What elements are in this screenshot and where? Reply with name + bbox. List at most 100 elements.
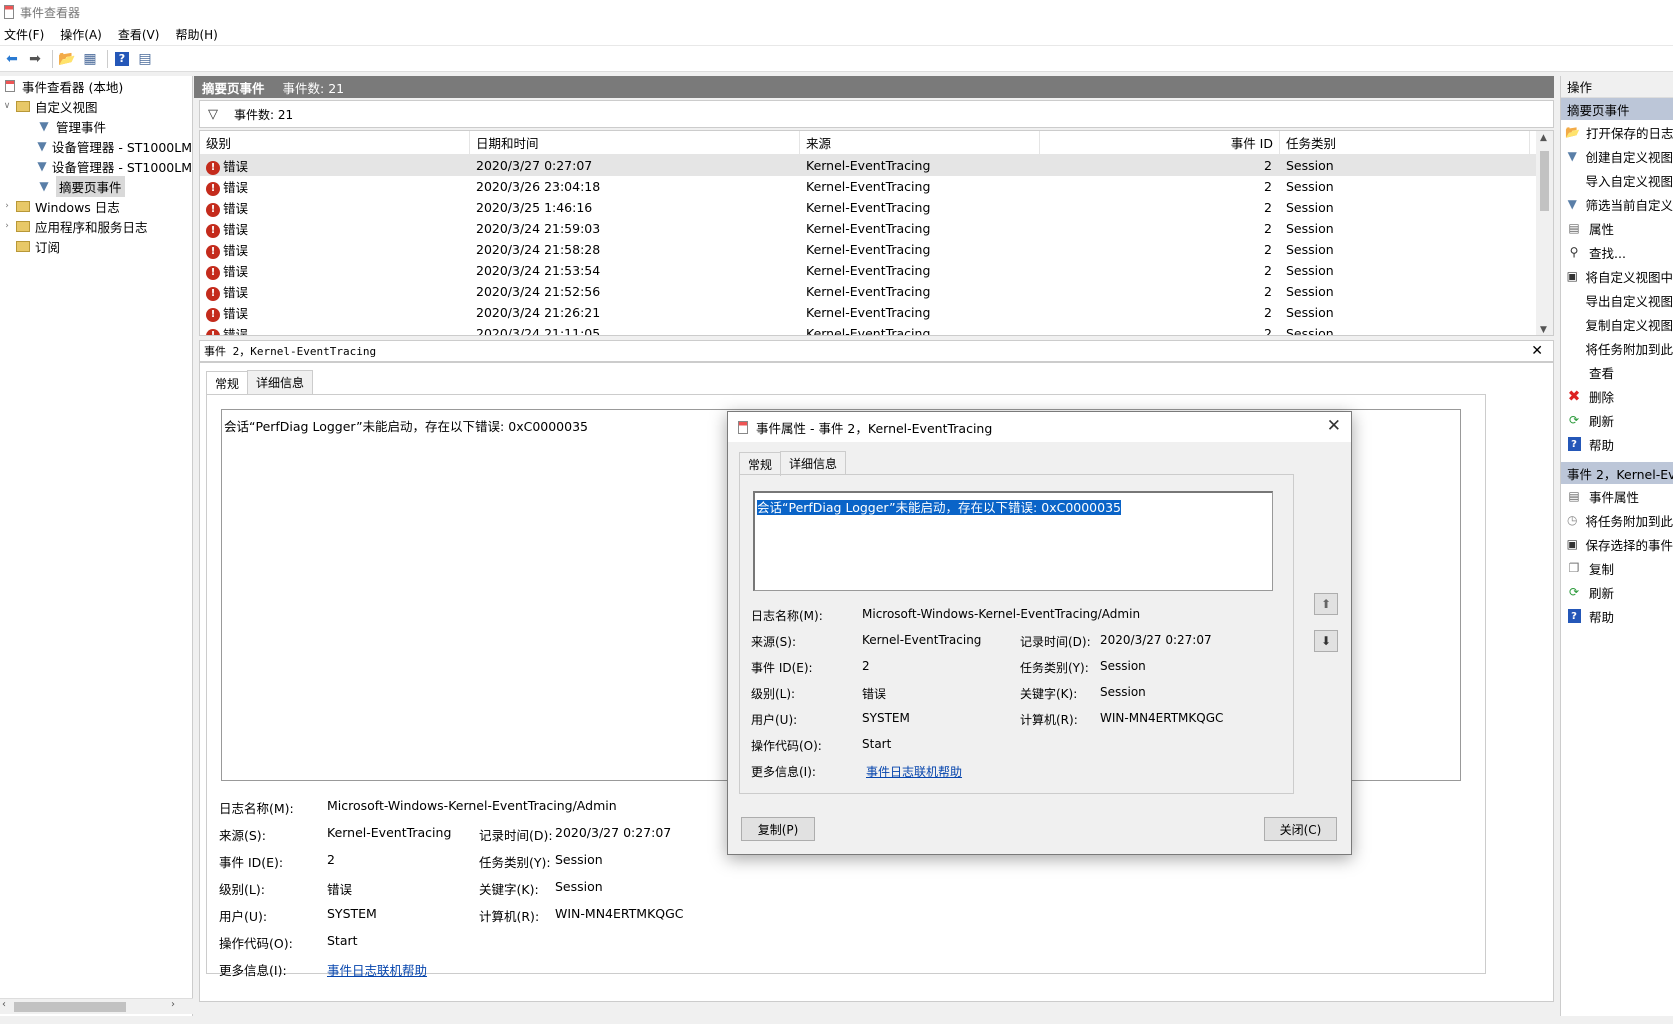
cell-task-category: Session <box>1286 242 1334 257</box>
menu-help[interactable]: 帮助(H) <box>175 26 217 43</box>
table-row[interactable]: ! 错误 2020/3/25 1:46:16 Kernel-EventTracing 2… <box>200 197 1553 218</box>
column-header-event-id[interactable]: 事件 ID <box>1040 131 1280 154</box>
show-action-pane-icon[interactable]: ▤ <box>135 49 155 69</box>
action-copy-custom-view[interactable]: 复制自定义视图 <box>1561 312 1673 336</box>
tree-node-subscriptions[interactable]: 订阅 <box>0 236 192 256</box>
action-attach-task[interactable]: 将任务附加到此 <box>1561 336 1673 360</box>
field-label-logged: 记录时间(D): <box>1020 635 1091 649</box>
table-row[interactable]: ! 错误 2020/3/26 23:04:18 Kernel-EventTracing… <box>200 176 1553 197</box>
dialog-message-box[interactable]: 会话“PerfDiag Logger”未能启动，存在以下错误: 0xC00000… <box>753 491 1273 591</box>
scroll-down-icon[interactable]: ▼ <box>1540 325 1547 335</box>
field-label-computer: 计算机(R): <box>479 909 540 924</box>
table-row[interactable]: ! 错误 2020/3/27 0:27:07 Kernel-EventTracing 2… <box>200 155 1553 176</box>
cell-datetime: 2020/3/24 21:26:21 <box>476 305 601 320</box>
scrollbar-thumb[interactable] <box>14 1002 126 1012</box>
action-help-event[interactable]: ? 帮助 <box>1561 604 1673 628</box>
tree-node-device-manager-1[interactable]: ▼ 设备管理器 - ST1000LM <box>0 136 192 156</box>
dialog-title-bar: 事件属性 - 事件 2，Kernel-EventTracing ✕ <box>728 412 1351 442</box>
cell-level: ! 错误 <box>200 261 470 280</box>
action-export-custom-view[interactable]: 导出自定义视图 <box>1561 288 1673 312</box>
chevron-right-icon[interactable]: › <box>2 221 12 231</box>
tree-node-label: 应用程序和服务日志 <box>35 219 148 235</box>
error-icon: ! <box>206 265 220 280</box>
chevron-right-icon[interactable]: › <box>2 201 12 211</box>
column-header-task-category[interactable]: 任务类别 <box>1280 131 1530 154</box>
tree-node-custom-views[interactable]: ∨ 自定义视图 <box>0 96 192 116</box>
scroll-left-icon[interactable]: ‹ <box>2 999 6 1010</box>
table-row[interactable]: ! 错误 2020/3/24 21:52:56 Kernel-EventTracing… <box>200 281 1553 302</box>
forward-arrow-icon[interactable]: ➡ <box>25 49 45 69</box>
actions-section-event[interactable]: 事件 2，Kernel-Eve <box>1561 462 1673 484</box>
table-row[interactable]: ! 错误 2020/3/24 21:59:03 Kernel-EventTracing… <box>200 218 1553 239</box>
copy-button[interactable]: 复制(P) <box>741 817 815 841</box>
field-label-keywords: 关键字(K): <box>1020 687 1078 701</box>
action-refresh[interactable]: ⟳ 刷新 <box>1561 408 1673 432</box>
tree-node-admin-events[interactable]: ▼ 管理事件 <box>0 116 192 136</box>
level-label: 错误 <box>223 327 249 336</box>
back-arrow-icon[interactable]: ⬅ <box>2 49 22 69</box>
level-label: 错误 <box>223 264 249 279</box>
chevron-down-icon[interactable]: ∨ <box>2 101 12 111</box>
tree-horizontal-scrollbar[interactable]: ‹ › <box>0 998 193 1014</box>
table-row[interactable]: ! 错误 2020/3/24 21:26:21 Kernel-EventTracing… <box>200 302 1553 323</box>
field-value-event-id: 2 <box>327 852 335 867</box>
error-icon: ! <box>206 328 220 335</box>
tab-details[interactable]: 详细信息 <box>780 451 847 475</box>
tree-node-label: 自定义视图 <box>35 99 98 115</box>
table-row[interactable]: ! 错误 2020/3/24 21:58:28 Kernel-EventTracing… <box>200 239 1553 260</box>
action-save-custom-view[interactable]: ▣ 将自定义视图中 <box>1561 264 1673 288</box>
action-open-saved-log[interactable]: 📂 打开保存的日志 <box>1561 120 1673 144</box>
action-properties[interactable]: ▤ 属性 <box>1561 216 1673 240</box>
menu-bar: 文件(F) 操作(A) 查看(V) 帮助(H) <box>0 24 1673 46</box>
cell-source: Kernel-EventTracing <box>806 179 931 194</box>
actions-section-summary[interactable]: 摘要页事件 <box>1561 98 1673 120</box>
action-save-selected-events[interactable]: ▣ 保存选择的事件 <box>1561 532 1673 556</box>
tree-node-app-service-logs[interactable]: › 应用程序和服务日志 <box>0 216 192 236</box>
tree-node-windows-logs[interactable]: › Windows 日志 <box>0 196 192 216</box>
help-icon[interactable]: ? <box>112 49 132 69</box>
column-header-level[interactable]: 级别 <box>200 131 470 154</box>
tree-node-label: Windows 日志 <box>35 199 120 215</box>
more-info-link[interactable]: 事件日志联机帮助 <box>327 963 427 978</box>
scroll-right-icon[interactable]: › <box>171 999 175 1010</box>
action-filter-current[interactable]: ▼ 筛选当前自定义 <box>1561 192 1673 216</box>
action-view[interactable]: 查看 <box>1561 360 1673 384</box>
action-event-properties[interactable]: ▤ 事件属性 <box>1561 484 1673 508</box>
action-refresh-event[interactable]: ⟳ 刷新 <box>1561 580 1673 604</box>
action-delete[interactable]: ✖ 删除 <box>1561 384 1673 408</box>
close-icon[interactable]: ✕ <box>1531 343 1543 359</box>
tree-node-device-manager-2[interactable]: ▼ 设备管理器 - ST1000LM <box>0 156 192 176</box>
close-button[interactable]: 关闭(C) <box>1264 817 1337 841</box>
menu-view[interactable]: 查看(V) <box>118 26 160 43</box>
menu-action[interactable]: 操作(A) <box>60 26 102 43</box>
tree-node-label: 设备管理器 - ST1000LM <box>51 159 192 175</box>
more-info-link[interactable]: 事件日志联机帮助 <box>866 765 962 779</box>
tab-general[interactable]: 常规 <box>206 371 249 395</box>
table-row[interactable]: ! 错误 2020/3/24 21:11:05 Kernel-EventTracing… <box>200 323 1553 336</box>
event-list-vertical-scrollbar[interactable]: ▲ ▼ <box>1536 131 1553 335</box>
action-copy[interactable]: ❐ 复制 <box>1561 556 1673 580</box>
column-header-datetime[interactable]: 日期和时间 <box>470 131 800 154</box>
up-folder-icon[interactable]: 📂 <box>57 49 77 69</box>
menu-file[interactable]: 文件(F) <box>4 26 44 43</box>
close-icon[interactable]: ✕ <box>1327 416 1341 436</box>
column-header-source[interactable]: 来源 <box>800 131 1040 154</box>
action-label: 查看 <box>1589 365 1615 381</box>
action-find[interactable]: ⚲ 查找... <box>1561 240 1673 264</box>
tab-details[interactable]: 详细信息 <box>247 370 314 394</box>
show-hide-tree-icon[interactable]: ▦ <box>80 49 100 69</box>
previous-event-button[interactable]: ⬆ <box>1314 593 1338 615</box>
next-event-button[interactable]: ⬇ <box>1314 630 1338 652</box>
cell-level: ! 错误 <box>200 156 470 175</box>
scrollbar-thumb[interactable] <box>1540 151 1549 211</box>
table-row[interactable]: ! 错误 2020/3/24 21:53:54 Kernel-EventTracing… <box>200 260 1553 281</box>
action-import-custom-view[interactable]: 导入自定义视图 <box>1561 168 1673 192</box>
tree-node-root[interactable]: 事件查看器 (本地) <box>0 76 192 96</box>
tree-node-summary-events[interactable]: ▼ 摘要页事件 <box>0 175 192 197</box>
field-value-user: SYSTEM <box>327 906 377 921</box>
tab-general[interactable]: 常规 <box>739 452 782 476</box>
action-attach-task-event[interactable]: ◷ 将任务附加到此 <box>1561 508 1673 532</box>
action-help[interactable]: ? 帮助 <box>1561 432 1673 456</box>
scroll-up-icon[interactable]: ▲ <box>1540 133 1547 143</box>
action-create-custom-view[interactable]: ▼ 创建自定义视图 <box>1561 144 1673 168</box>
